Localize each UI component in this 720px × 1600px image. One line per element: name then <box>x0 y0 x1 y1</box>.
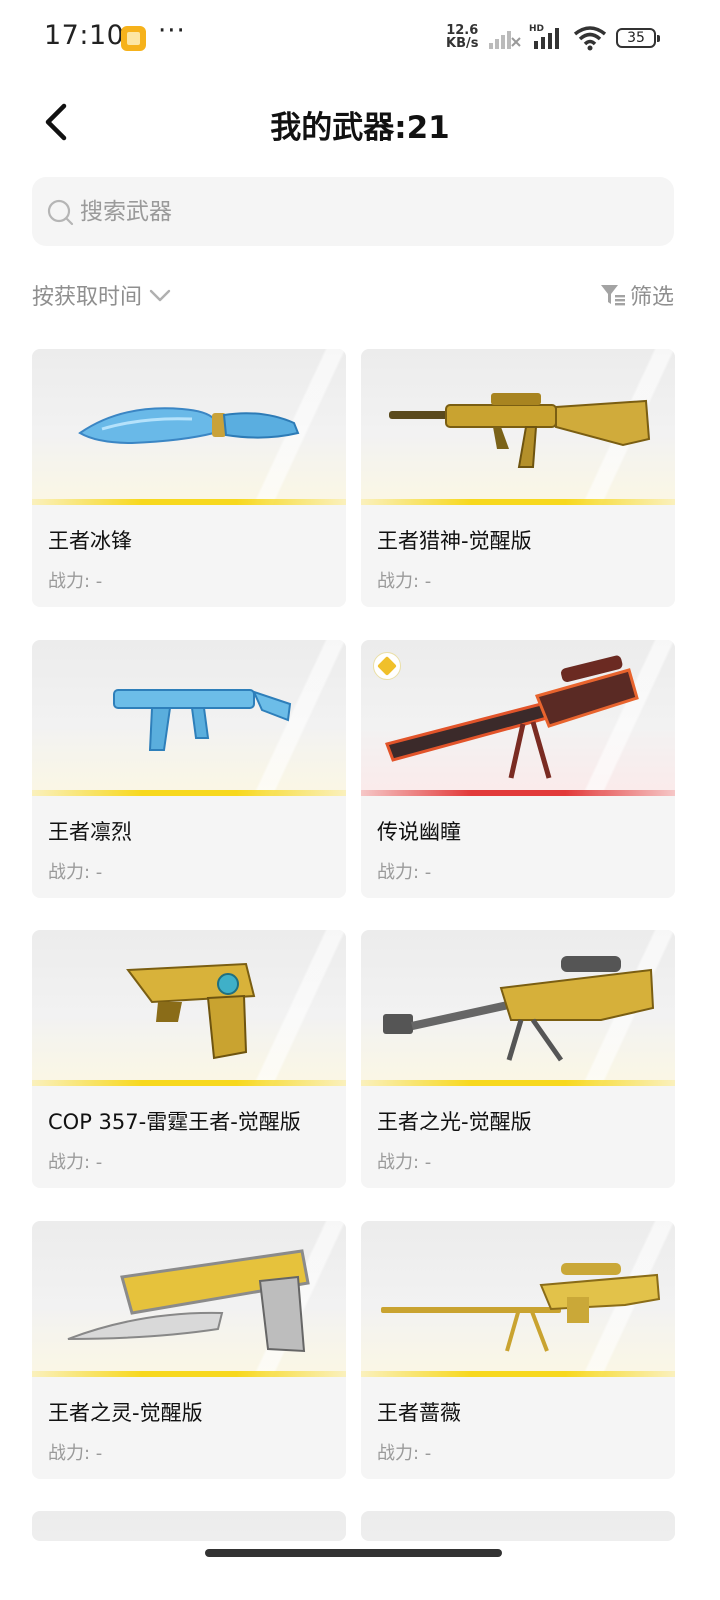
weapon-image <box>32 640 346 796</box>
weapon-card[interactable]: COP 357-雷霆王者-觉醒版 战力: - <box>32 930 346 1188</box>
sniper-weapon-icon <box>383 956 655 1062</box>
sort-label: 按获取时间 <box>32 285 143 310</box>
filter-label: 筛选 <box>629 285 674 310</box>
weapon-card[interactable]: 王者猎神-觉醒版 战力: - <box>361 349 675 607</box>
signal-off-icon <box>489 31 521 49</box>
weapon-card[interactable]: 王者蔷薇 战力: - <box>361 1221 675 1479</box>
signal-icon <box>534 28 559 49</box>
weapon-image <box>361 930 675 1086</box>
weapon-name: 王者之灵-觉醒版 <box>48 1401 203 1425</box>
weapon-name: 王者猎神-觉醒版 <box>377 529 532 553</box>
weapon-power: 战力: - <box>377 1443 432 1464</box>
blade-pistol-weapon-icon <box>67 1249 310 1353</box>
legend-badge-icon <box>373 652 401 680</box>
weapon-image <box>361 349 675 505</box>
weapon-card[interactable]: 王者之灵-觉醒版 战力: - <box>32 1221 346 1479</box>
network-speed: 12.6 KB/s <box>446 24 478 50</box>
sniper-weapon-icon <box>381 1263 661 1352</box>
weapon-image <box>32 349 346 505</box>
weapon-power: 战力: - <box>48 571 103 592</box>
weapon-card[interactable]: 王者冰锋 战力: - <box>32 349 346 607</box>
status-time: 17:10 <box>44 20 125 51</box>
weapon-image <box>32 1221 346 1377</box>
weapon-image <box>32 930 346 1086</box>
weapon-name: COP 357-雷霆王者-觉醒版 <box>48 1110 301 1134</box>
weapon-power: 战力: - <box>377 1152 432 1173</box>
weapon-name: 王者蔷薇 <box>377 1401 461 1425</box>
weapon-power: 战力: - <box>377 571 432 592</box>
search-input[interactable] <box>80 196 640 228</box>
weapon-power: 战力: - <box>48 1152 103 1173</box>
rifle-weapon-icon <box>389 393 651 468</box>
weapon-name: 王者冰锋 <box>48 529 132 553</box>
filter-icon <box>600 285 625 306</box>
knife-weapon-icon <box>78 407 300 445</box>
weapon-name: 王者凛烈 <box>48 820 132 844</box>
weapon-card[interactable] <box>32 1511 346 1541</box>
weapon-image <box>32 1511 346 1541</box>
chevron-down-icon <box>149 289 171 302</box>
filter-button[interactable]: 筛选 <box>600 280 674 310</box>
weapon-card[interactable]: 王者凛烈 战力: - <box>32 640 346 898</box>
status-bar: 17:10 ··· 12.6 KB/s HD 35 <box>0 0 720 76</box>
more-notifications-icon: ··· <box>158 16 186 46</box>
network-speed-unit: KB/s <box>446 36 479 51</box>
weapon-image <box>361 1221 675 1377</box>
battery-icon: 35 <box>616 28 660 48</box>
wifi-icon <box>573 26 607 51</box>
weapon-image <box>361 640 675 796</box>
weapon-card[interactable]: 王者之光-觉醒版 战力: - <box>361 930 675 1188</box>
weapon-power: 战力: - <box>48 862 103 883</box>
weapon-name: 王者之光-觉醒版 <box>377 1110 532 1134</box>
page-title: 我的武器:21 <box>270 110 450 146</box>
sort-dropdown[interactable]: 按获取时间 <box>32 280 172 310</box>
sniper-weapon-icon <box>385 655 639 779</box>
home-indicator[interactable] <box>205 1549 502 1557</box>
weapon-name: 传说幽瞳 <box>377 820 461 844</box>
weapon-power: 战力: - <box>48 1443 103 1464</box>
smg-weapon-icon <box>113 689 292 751</box>
notification-app-icon <box>121 26 146 51</box>
weapon-image <box>361 1511 675 1541</box>
pistol-weapon-icon <box>126 962 256 1060</box>
weapon-card[interactable] <box>361 1511 675 1541</box>
weapon-card[interactable]: 传说幽瞳 战力: - <box>361 640 675 898</box>
weapon-power: 战力: - <box>377 862 432 883</box>
search-icon <box>47 199 74 226</box>
